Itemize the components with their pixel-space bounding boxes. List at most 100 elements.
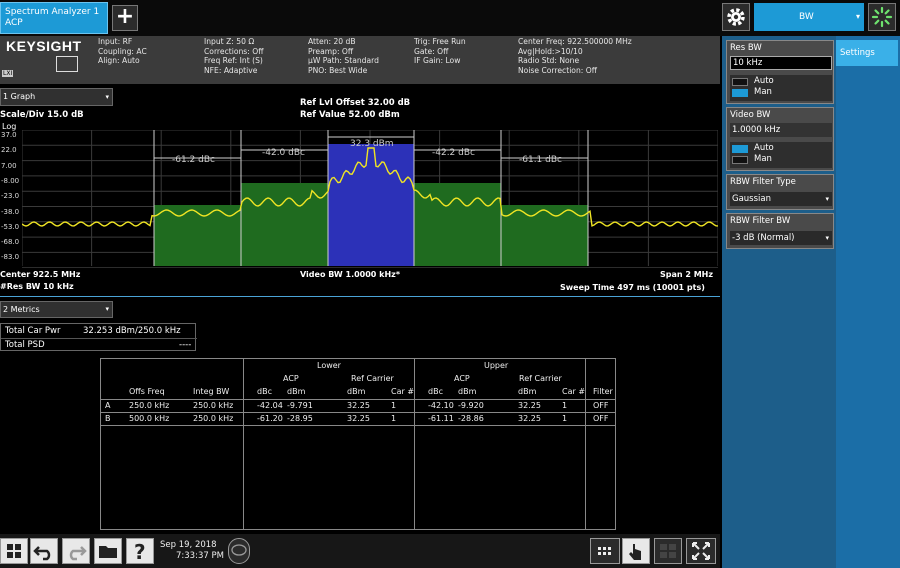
y-tick-label: -23.0 <box>1 192 20 201</box>
header-field: Center Freq: 922.500000 MHz <box>518 37 632 46</box>
table-cell: -28.86 <box>458 414 484 423</box>
help-button[interactable]: ? <box>126 538 154 564</box>
header-field: PNO: Best Wide <box>308 65 368 75</box>
undo-button[interactable] <box>30 538 58 564</box>
auto-indicator <box>732 145 748 153</box>
tab-settings[interactable]: Settings <box>836 40 898 66</box>
header-field: Radio Std: None <box>518 56 580 65</box>
table-cell: 1 <box>391 401 397 410</box>
y-tick-label: -38.0 <box>1 207 20 216</box>
caret-down-icon: ▾ <box>825 234 829 242</box>
redo-button[interactable] <box>62 538 90 564</box>
y-tick-label: -68.0 <box>1 238 20 247</box>
table-cell: 1 <box>391 414 397 423</box>
acp-column-header: dBm <box>347 387 366 396</box>
fullscreen-button[interactable] <box>686 538 716 564</box>
video-bw-title: Video BW <box>730 110 771 120</box>
table-cell: 32.25 <box>347 414 370 423</box>
ref-level-offset: Ref Lvl Offset 32.00 dB <box>300 98 411 108</box>
messages-button[interactable] <box>228 538 250 564</box>
header-col-trigger: Trig: Free Run Gate: Off IF Gain: Low <box>414 37 466 66</box>
table-cell: -61.11 <box>428 414 454 423</box>
table-cell: -61.20 <box>257 414 283 423</box>
res-bw-readout: #Res BW 10 kHz <box>0 282 74 291</box>
caret-down-icon: ▾ <box>105 305 109 313</box>
logo-text: KEYSIGHT <box>6 38 82 54</box>
add-tab-button[interactable]: + <box>112 5 138 31</box>
header-col-input: Input: RF Coupling: AC Align: Auto <box>98 37 147 66</box>
sub-ref-lower: Ref Carrier <box>351 374 394 383</box>
header-field: Avg|Hold:>10/10 <box>518 46 583 56</box>
table-cell: 32.25 <box>518 401 541 410</box>
group-lower: Lower <box>317 361 341 370</box>
acp-column-header: dBm <box>458 387 477 396</box>
header-field: Noise Correction: Off <box>518 65 597 75</box>
total-psd-value: ---- <box>179 340 192 350</box>
rbw-filter-type-value: Gaussian <box>732 194 771 204</box>
header-field: NFE: Adaptive <box>204 65 258 75</box>
spectrum-plot[interactable]: 32.3 dBm -42.0 dBc -42.2 dBc -61.2 dBc -… <box>22 130 718 268</box>
header-field: Trig: Free Run <box>414 37 466 46</box>
chat-bubble-icon <box>231 544 247 556</box>
lower-b-annotation: -61.2 dBc <box>172 155 215 165</box>
acp-column-header: dBm <box>287 387 306 396</box>
table-cell: -28.95 <box>287 414 313 423</box>
tab-mode: ACP <box>5 18 23 28</box>
video-bw-value[interactable]: 1.0000 kHz <box>730 123 832 137</box>
grid-dots-icon <box>598 547 611 555</box>
layout-button[interactable] <box>590 538 620 564</box>
header-field: Input Z: 50 Ω <box>204 37 255 46</box>
sweep-time-readout: Sweep Time 497 ms (10001 pts) <box>560 283 705 292</box>
scale-per-div: Scale/Div 15.0 dB <box>0 110 84 120</box>
busy-spinner-icon <box>871 6 893 28</box>
rbw-filter-bw-group: RBW Filter BW -3 dB (Normal) ▾ <box>726 213 834 249</box>
video-bw-auto-man-toggle[interactable]: Auto Man <box>730 142 832 168</box>
header-field: Gate: Off <box>414 46 449 56</box>
man-label: Man <box>754 154 772 164</box>
res-bw-input[interactable]: 10 kHz <box>730 56 832 70</box>
window-tile-button[interactable] <box>654 538 682 564</box>
settings-gear-button[interactable] <box>722 3 750 31</box>
hand-pointer-icon <box>629 544 641 560</box>
upper-a-annotation: -42.2 dBc <box>432 148 475 158</box>
total-psd-label: Total PSD <box>5 340 45 350</box>
question-icon: ? <box>134 540 146 564</box>
sub-acp-lower: ACP <box>283 374 299 383</box>
header-field: µW Path: Standard <box>308 56 379 65</box>
lan-icon <box>56 56 78 72</box>
total-power-box: Total Car Pwr 32.253 dBm/250.0 kHz Total… <box>0 323 197 351</box>
panel-tab-strip <box>836 36 900 568</box>
res-bw-title: Res BW <box>730 43 762 53</box>
tab-spectrum-analyzer[interactable]: Spectrum Analyzer 1 ACP <box>0 2 108 34</box>
gear-icon <box>727 8 745 26</box>
windows-start-button[interactable] <box>0 538 28 564</box>
y-tick-label: 37.0 <box>1 131 17 139</box>
group-upper: Upper <box>484 361 509 370</box>
table-cell: 32.25 <box>347 401 370 410</box>
y-tick-label: -53.0 <box>1 222 20 231</box>
table-cell: 1 <box>562 414 568 423</box>
table-cell: 250.0 kHz <box>193 401 234 410</box>
auto-indicator <box>732 78 748 86</box>
file-button[interactable] <box>94 538 122 564</box>
rbw-filter-bw-value: -3 dB (Normal) <box>732 233 795 243</box>
graph-selector[interactable]: 1 Graph ▾ <box>0 88 113 106</box>
video-bw-group: Video BW 1.0000 kHz Auto Man <box>726 107 834 171</box>
sub-acp-upper: ACP <box>454 374 470 383</box>
touch-button[interactable] <box>622 538 650 564</box>
auto-label: Auto <box>754 76 774 86</box>
res-bw-auto-man-toggle[interactable]: Auto Man <box>730 75 832 101</box>
rbw-filter-bw-title: RBW Filter BW <box>730 216 791 226</box>
spinner-button[interactable] <box>868 3 896 31</box>
menu-select-dropdown[interactable]: BW ▾ <box>754 3 864 31</box>
redo-icon <box>69 546 87 561</box>
rbw-filter-type-select[interactable]: Gaussian ▾ <box>730 192 832 206</box>
header-field: Corrections: Off <box>204 46 264 56</box>
table-cell: 250.0 kHz <box>129 401 170 410</box>
header-field: Input: RF <box>98 37 133 46</box>
lxi-badge: LXI <box>2 70 14 77</box>
table-cell: 500.0 kHz <box>129 414 170 423</box>
metrics-selector[interactable]: 2 Metrics ▾ <box>0 301 113 318</box>
auto-label: Auto <box>754 143 774 153</box>
rbw-filter-bw-select[interactable]: -3 dB (Normal) ▾ <box>730 231 832 245</box>
